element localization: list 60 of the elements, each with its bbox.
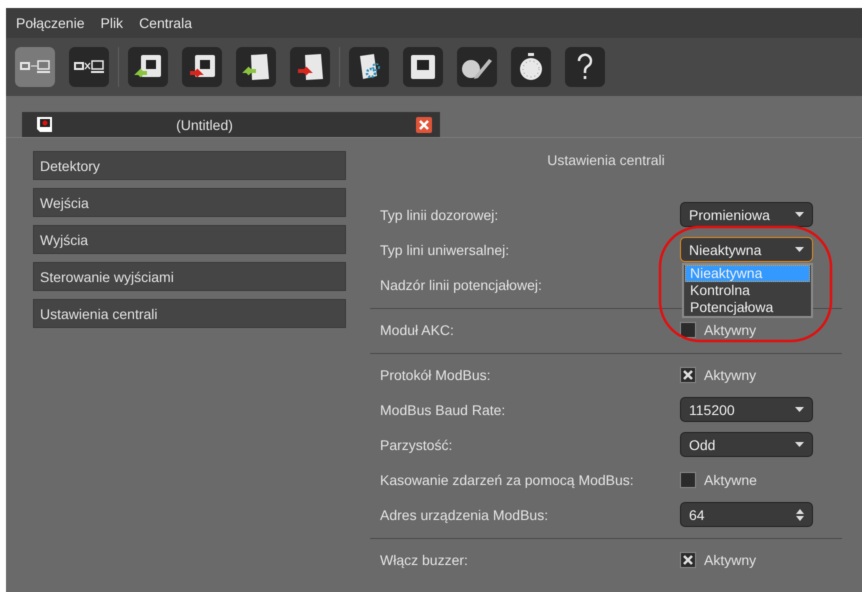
field-label: Typ lini uniwersalnej: [380, 242, 510, 258]
disconnect-icon [73, 59, 105, 75]
field-label: Typ linii dozorowej: [380, 206, 500, 222]
screen-icon [409, 53, 437, 81]
menu-item[interactable]: Połączenie [10, 15, 90, 31]
tab-title: (Untitled) [175, 116, 234, 132]
checkbox-label: Aktywne [704, 472, 757, 488]
dropdown[interactable]: 115200 [680, 397, 813, 422]
checkbox-label: Aktywny [704, 322, 756, 338]
toolbar-button[interactable] [403, 47, 443, 87]
toolbar-button[interactable] [565, 47, 605, 87]
toolbar-button[interactable] [69, 47, 109, 87]
checkbox[interactable] [680, 472, 696, 488]
field-label: Nadzór linii potencjałowej: [380, 276, 543, 292]
caret-icon [795, 407, 804, 412]
sidebar-item[interactable]: Wyjścia [33, 225, 346, 254]
field-label: Moduł AKC: [380, 322, 455, 338]
help-icon [576, 53, 594, 81]
caret-icon [795, 442, 804, 447]
panel-title: Ustawienia centrali [546, 151, 666, 170]
toolbar-button[interactable] [182, 47, 222, 87]
dropdown[interactable]: Promieniowa [680, 202, 813, 227]
checkbox[interactable] [680, 322, 696, 338]
field-label: Kasowanie zdarzeń za pomocą ModBus: [380, 472, 635, 488]
sidebar-item[interactable]: Ustawienia centrali [33, 299, 346, 328]
toolbar-button[interactable] [457, 47, 497, 87]
field-label: Adres urządzenia ModBus: [380, 506, 550, 522]
file-import-icon [241, 52, 271, 82]
dropdown[interactable]: Odd [680, 432, 813, 457]
checkbox-label: Aktywny [704, 552, 756, 568]
sidebar-item[interactable]: Sterowanie wyjściami [33, 262, 346, 291]
dropdown-option[interactable]: Potencjałowa [685, 299, 810, 316]
dropdown-option[interactable]: Kontrolna [685, 282, 810, 299]
field-label: Parzystość: [380, 436, 454, 452]
dropdown[interactable]: Nieaktywna [680, 237, 813, 262]
menu-item[interactable]: Plik [94, 15, 130, 31]
caret-icon [795, 247, 804, 252]
toolbar-button[interactable] [290, 47, 330, 87]
connect-icon [19, 59, 51, 75]
checkbox-label: Aktywny [704, 366, 756, 382]
toolbar-button[interactable] [349, 47, 389, 87]
toolbar-button[interactable] [128, 47, 168, 87]
sidebar-item[interactable]: Detektory [33, 151, 346, 180]
document-tab[interactable]: (Untitled) [22, 112, 440, 137]
stopwatch-icon [518, 52, 544, 82]
checkbox[interactable] [680, 366, 696, 382]
file-export-icon [295, 52, 325, 82]
number-field[interactable]: 64 [680, 502, 813, 527]
field-label: Protokół ModBus: [380, 366, 492, 382]
caret-icon [795, 212, 804, 217]
toolbar-button[interactable] [511, 47, 551, 87]
menu-item[interactable]: Centrala [133, 15, 198, 31]
spinner-arrows-icon[interactable] [796, 508, 804, 520]
sidebar-item[interactable]: Wejścia [33, 188, 346, 217]
document-icon [36, 116, 53, 133]
field-label: ModBus Baud Rate: [380, 402, 506, 418]
checkbox[interactable] [680, 552, 696, 568]
field-label: Włącz buzzer: [380, 552, 469, 568]
toolbar-button[interactable] [236, 47, 276, 87]
close-icon[interactable] [416, 116, 432, 132]
